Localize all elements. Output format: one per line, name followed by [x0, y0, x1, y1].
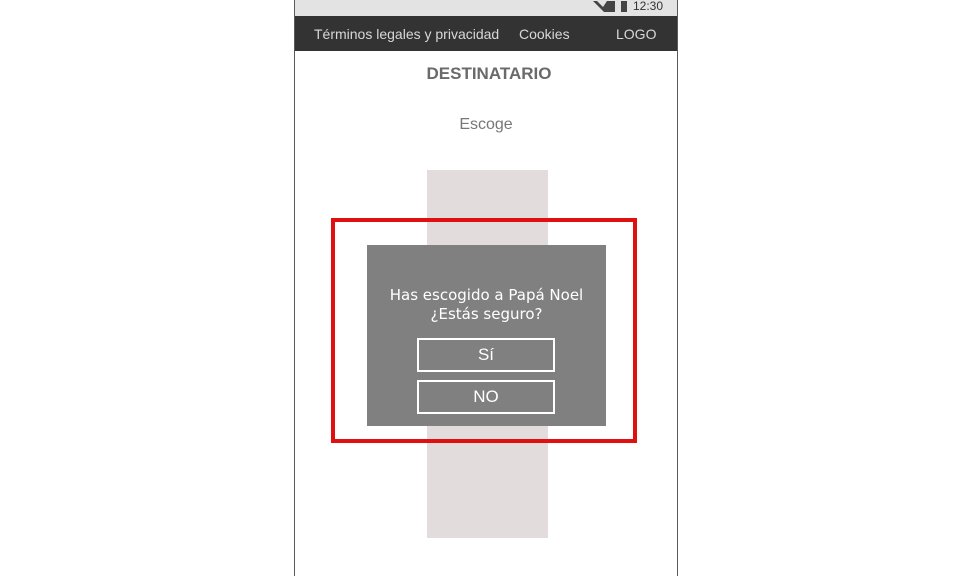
- page-subtitle: Escoge: [459, 116, 513, 133]
- dialog-message: Has escogido a Papá Noel ¿Estás seguro?: [367, 286, 606, 324]
- confirm-no-button[interactable]: NO: [417, 380, 555, 414]
- battery-icon: [620, 1, 627, 12]
- signal-icon: [592, 1, 615, 12]
- page-title: DESTINATARIO: [426, 64, 552, 83]
- status-bar: 12:30: [295, 0, 677, 16]
- nav-link-cookies[interactable]: Cookies: [519, 26, 570, 42]
- status-time: 12:30: [632, 0, 663, 13]
- status-icons: 12:30: [592, 0, 663, 13]
- dialog-message-line-2: ¿Estás seguro?: [430, 305, 543, 323]
- dialog-message-line-1: Has escogido a Papá Noel: [389, 286, 584, 304]
- confirm-yes-button[interactable]: Sí: [417, 338, 555, 372]
- screen: 12:30 Términos legales y privacidad Cook…: [0, 0, 958, 576]
- nav-link-legal[interactable]: Términos legales y privacidad: [314, 26, 499, 42]
- top-navbar: Términos legales y privacidad Cookies LO…: [295, 16, 677, 51]
- logo[interactable]: LOGO: [616, 26, 656, 42]
- confirm-dialog: Has escogido a Papá Noel ¿Estás seguro? …: [367, 245, 606, 426]
